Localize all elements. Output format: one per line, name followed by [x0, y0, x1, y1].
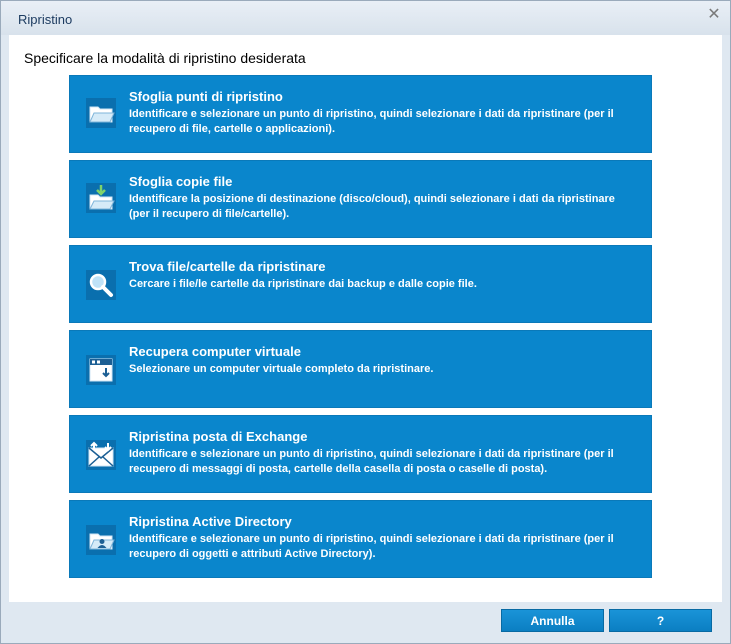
dialog-titlebar: Ripristino ✕	[1, 1, 730, 35]
option-description: Identificare e selezionare un punto di r…	[129, 108, 614, 135]
option-restore-active-directory[interactable]: Ripristina Active Directory Identificare…	[69, 500, 652, 578]
dialog-body: Specificare la modalità di ripristino de…	[9, 35, 722, 602]
active-directory-icon	[86, 525, 116, 555]
virtual-machine-icon	[86, 355, 116, 385]
exchange-mail-icon	[86, 440, 116, 470]
cancel-button[interactable]: Annulla	[501, 609, 604, 632]
folder-open-icon	[86, 98, 116, 128]
dialog-title: Ripristino	[18, 12, 73, 27]
option-description: Identificare e selezionare un punto di r…	[129, 533, 614, 560]
option-find-files[interactable]: Trova file/cartelle da ripristinare Cerc…	[69, 245, 652, 323]
option-title: Ripristina Active Directory	[129, 514, 292, 529]
option-title: Sfoglia punti di ripristino	[129, 89, 283, 104]
option-title: Trova file/cartelle da ripristinare	[129, 259, 326, 274]
folder-download-icon	[86, 183, 116, 213]
option-restore-exchange-mail[interactable]: Ripristina posta di Exchange Identificar…	[69, 415, 652, 493]
option-title: Recupera computer virtuale	[129, 344, 301, 359]
help-button[interactable]: ?	[609, 609, 712, 632]
option-recover-vm[interactable]: Recupera computer virtuale Selezionare u…	[69, 330, 652, 408]
option-description: Identificare e selezionare un punto di r…	[129, 448, 614, 475]
option-description: Selezionare un computer virtuale complet…	[129, 363, 434, 375]
option-title: Sfoglia copie file	[129, 174, 233, 189]
magnifier-icon	[86, 270, 116, 300]
restore-dialog: Ripristino ✕ Specificare la modalità di …	[0, 0, 731, 644]
option-browse-file-copies[interactable]: Sfoglia copie file Identificare la posiz…	[69, 160, 652, 238]
dialog-heading: Specificare la modalità di ripristino de…	[24, 50, 306, 66]
option-title: Ripristina posta di Exchange	[129, 429, 308, 444]
close-icon[interactable]: ✕	[706, 7, 722, 23]
option-description: Identificare la posizione di destinazion…	[129, 193, 615, 220]
option-description: Cercare i file/le cartelle da ripristina…	[129, 278, 477, 290]
option-browse-recovery-points[interactable]: Sfoglia punti di ripristino Identificare…	[69, 75, 652, 153]
